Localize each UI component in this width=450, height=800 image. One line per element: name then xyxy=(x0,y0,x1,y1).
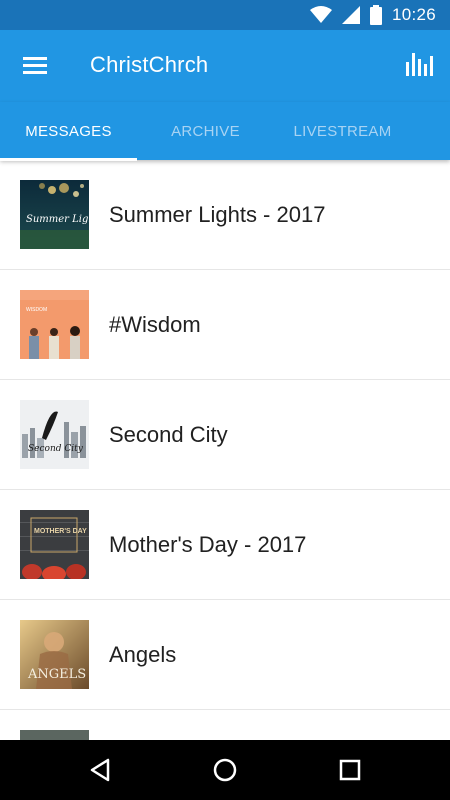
list-item[interactable]: WISDOM #Wisdom xyxy=(0,270,450,380)
message-title: Summer Lights - 2017 xyxy=(109,202,326,227)
message-thumbnail xyxy=(20,730,89,740)
app-title: ChristChrch xyxy=(90,52,209,77)
tab-livestream[interactable]: LIVESTREAM xyxy=(274,102,411,160)
message-title: Mother's Day - 2017 xyxy=(109,532,307,557)
tab-bar: MESSAGES ARCHIVE LIVESTREAM xyxy=(0,102,450,161)
tab-messages[interactable]: MESSAGES xyxy=(0,102,137,160)
recents-icon[interactable] xyxy=(335,755,365,785)
message-thumbnail: WISDOM xyxy=(20,290,89,359)
message-title: Second City xyxy=(109,422,228,447)
thumb-text: Second City xyxy=(28,444,84,454)
list-item[interactable]: Summer Lights Summer Lights - 2017 xyxy=(0,160,450,270)
list-item[interactable]: Second City Second City xyxy=(0,380,450,490)
cell-signal-icon xyxy=(341,6,360,24)
message-thumbnail: MOTHER'S DAY xyxy=(20,510,89,579)
system-nav-bar xyxy=(0,740,450,800)
list-item[interactable]: ANGELS Angels xyxy=(0,600,450,710)
thumb-text: ANGELS xyxy=(27,667,86,682)
back-icon[interactable] xyxy=(86,755,116,785)
message-title: #Wisdom xyxy=(109,312,201,337)
thumb-text: MOTHER'S DAY xyxy=(34,528,87,535)
battery-icon xyxy=(369,5,382,25)
wifi-icon xyxy=(309,6,332,23)
app-bar: ChristChrch xyxy=(0,30,450,102)
bar-chart-icon[interactable] xyxy=(404,50,434,80)
list-item[interactable] xyxy=(0,710,450,740)
thumb-text: Summer Lights xyxy=(26,214,89,225)
list-item[interactable]: MOTHER'S DAY Mother's Day - 2017 xyxy=(0,490,450,600)
message-title: Angels xyxy=(109,642,177,667)
tab-archive[interactable]: ARCHIVE xyxy=(137,102,274,160)
message-thumbnail: ANGELS xyxy=(20,620,89,689)
home-icon[interactable] xyxy=(210,755,240,785)
hamburger-menu-icon[interactable] xyxy=(20,52,50,80)
message-thumbnail: Summer Lights xyxy=(20,180,89,249)
status-bar: 10:26 xyxy=(0,0,450,30)
status-time: 10:26 xyxy=(391,5,436,24)
thumb-text: WISDOM xyxy=(26,307,47,313)
message-thumbnail: Second City xyxy=(20,400,89,469)
messages-list[interactable]: Summer Lights Summer Lights - 2017 WISDO… xyxy=(0,160,450,740)
